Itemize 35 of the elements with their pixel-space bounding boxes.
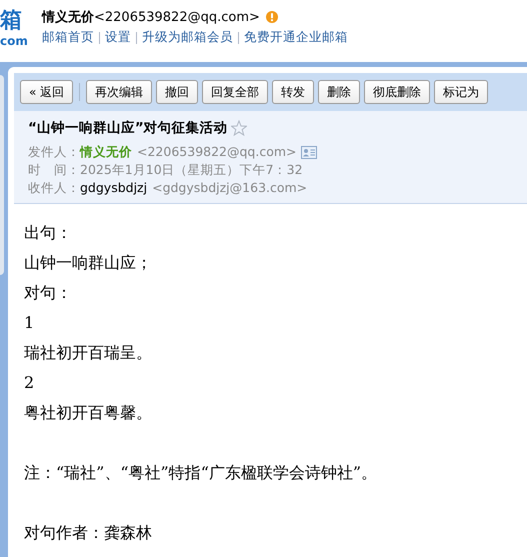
body-text: 注：“瑞社”、“粤社”特指“广东楹联学会诗钟社”。	[24, 462, 378, 484]
body-text: 对句：	[24, 282, 73, 304]
header-link[interactable]: 设置	[105, 29, 131, 46]
star-icon[interactable]	[230, 120, 247, 136]
recipient-name[interactable]: gdgysbdjzj	[80, 179, 148, 197]
toolbar-button[interactable]: 彻底删除	[364, 80, 430, 104]
header-link[interactable]: 免费开通企业邮箱	[244, 29, 348, 46]
toolbar-button[interactable]: 删除	[318, 80, 360, 104]
email-address: <gdgysbdjzj@163.com>	[152, 179, 308, 197]
header-link[interactable]: 升级为邮箱会员	[142, 29, 233, 46]
toolbar-button[interactable]: 再次编辑	[86, 80, 152, 104]
body-text: 1	[24, 312, 36, 334]
field-label: 收件人：	[28, 179, 80, 197]
header-link[interactable]: 邮箱首页	[42, 29, 94, 46]
body-text: 山钟一响群山应；	[24, 252, 153, 274]
logo-domain: com	[0, 34, 28, 48]
account-name: 情义无价<2206539822@qq.com>	[42, 8, 260, 26]
body-text: 瑞社初开百瑞呈。	[24, 342, 153, 364]
field-label: 发件人：	[28, 143, 80, 161]
field-label: 时 间：	[28, 161, 80, 179]
body-text: 粤社初开百粤馨。	[24, 402, 153, 424]
body-text: 出句：	[24, 222, 73, 244]
logo-text: 箱	[0, 8, 22, 34]
body-text: 对句作者：龚森林	[24, 522, 153, 544]
toolbar-button[interactable]: 标记为	[434, 80, 488, 104]
message-subject: “山钟一响群山应”对句征集活动	[28, 119, 228, 137]
warning-icon	[266, 11, 278, 23]
toolbar-button[interactable]: 撤回	[156, 80, 198, 104]
contact-card-icon	[300, 146, 317, 158]
email-address: <2206539822@qq.com>	[137, 143, 297, 161]
toolbar-button[interactable]: « 返回	[20, 80, 74, 104]
body-text: 2	[24, 372, 36, 394]
toolbar-button[interactable]: 回复全部	[202, 80, 268, 104]
sent-time: 2025年1月10日（星期五）下午7：32	[80, 161, 303, 179]
toolbar-button[interactable]: 转发	[272, 80, 314, 104]
